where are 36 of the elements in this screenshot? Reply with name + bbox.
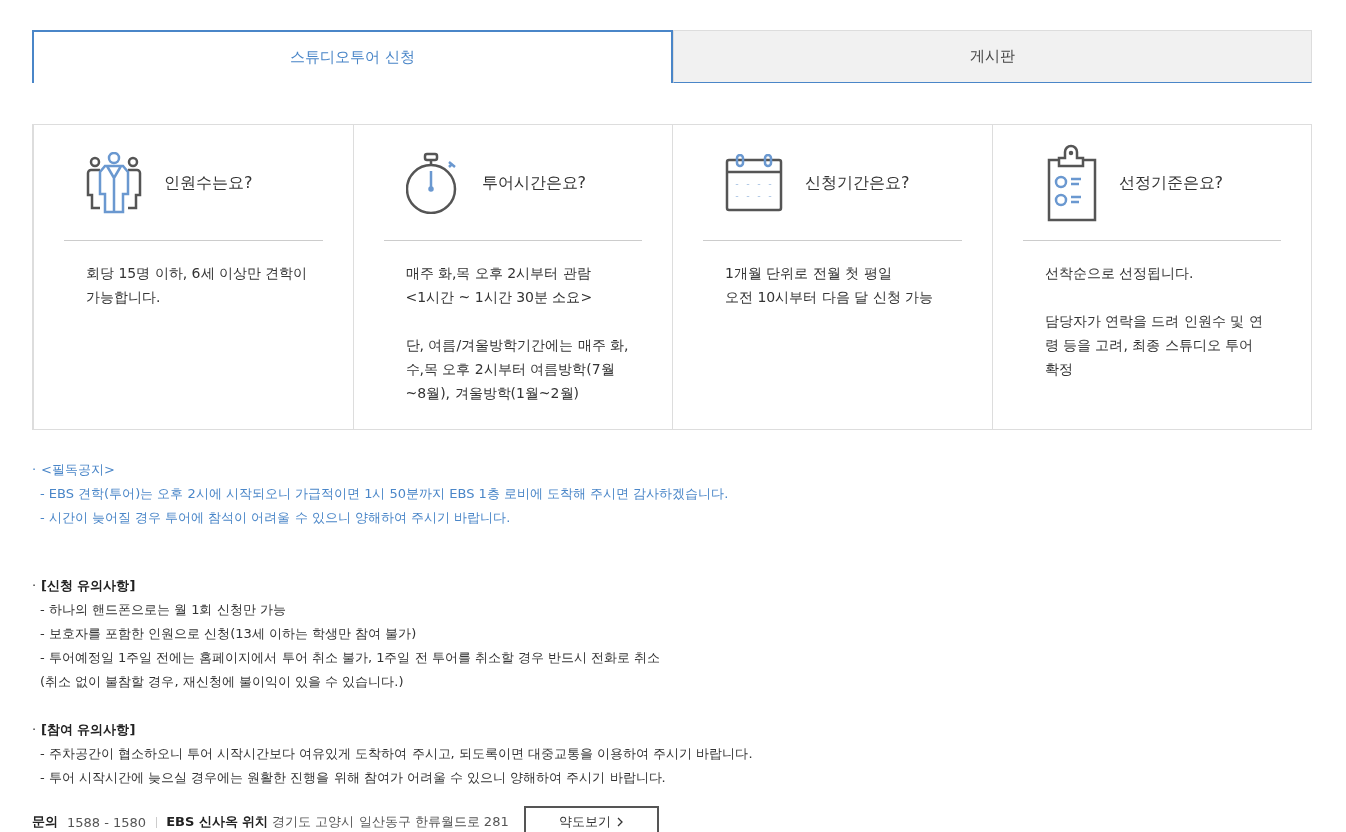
notice-heading: [신청 유의사항] <box>41 577 136 595</box>
chevron-right-icon <box>617 817 624 827</box>
card-title: 투어시간은요? <box>481 172 586 194</box>
card-text: 단, 여름/겨울방학기간에는 매주 화,수,목 오후 2시부터 여름방학(7월~8월), 겨울방학(1월~2월) <box>405 336 630 403</box>
bullet-mark: · <box>32 577 38 595</box>
card-title: 선정기준은요? <box>1118 172 1223 194</box>
notice-heading: [참여 유의사항] <box>41 721 136 739</box>
card-text: 오전 10시부터 다음 달 신청 가능 <box>725 288 935 307</box>
card-text: 회당 15명 이하, 6세 이상만 견학이 가능합니다. <box>86 264 309 307</box>
notice-line: (취소 없이 불참할 경우, 재신청에 불이익이 있을 수 있습니다.) <box>39 673 405 691</box>
notice-line: - 보호자를 포함한 인원으로 신청(13세 이하는 학생만 참여 불가) <box>39 625 418 643</box>
card-text: <1시간 ~ 1시간 30분 소요> <box>405 288 594 307</box>
bullet-mark: · <box>32 721 38 739</box>
tab[interactable]: 게시판 <box>673 30 1312 83</box>
notice-line: - 투어 시작시간에 늦으실 경우에는 원활한 진행을 위해 참여가 어려울 수 있으니 양해하여 주시기 바랍니다. <box>39 769 667 787</box>
card-text: 담당자가 연락을 드려 인원수 및 연령 등을 고려, 최종 스튜디오 투어 확정 <box>1044 312 1264 379</box>
phone-number: 1588 - 1580 <box>67 814 147 830</box>
notice-line: - 시간이 늦어질 경우 투어에 참석이 어려울 수 있으니 양해하여 주시기 바랍니다. <box>39 509 512 527</box>
notice-line: - 주차공간이 협소하오니 투어 시작시간보다 여유있게 도착하여 주시고, 되도록이면 대중교통을 이용하여 주시기 바랍니다. <box>39 745 754 763</box>
tab[interactable]: 스튜디오투어 신청 <box>32 30 673 83</box>
map-button[interactable]: 약도보기 <box>523 806 659 832</box>
contact-label: 문의 <box>32 813 58 831</box>
address-text: 경기도 고양시 일산동구 한류월드로 281 <box>272 813 509 831</box>
card-text: 1개월 단위로 전월 첫 평일 <box>725 264 893 283</box>
card-text: 선착순으로 선정됩니다. <box>1044 264 1195 283</box>
notice-line: - 투어예정일 1주일 전에는 홈페이지에서 투어 취소 불가, 1주일 전 투어를 취소할 경우 반드시 전화로 취소 <box>39 649 662 667</box>
card-title: 신청기간은요? <box>805 172 910 194</box>
card-title: 인원수는요? <box>164 172 253 194</box>
notice-heading: <필독공지> <box>41 461 115 479</box>
calendar-icon <box>725 154 783 212</box>
location-label: EBS 신사옥 위치 <box>166 813 269 831</box>
people-icon <box>86 152 142 214</box>
card-text: 매주 화,목 오후 2시부터 관람 <box>405 264 592 283</box>
notice-line: - EBS 견학(투어)는 오후 2시에 시작되오니 가급적이면 1시 50분까지 EBS 1층 로비에 도착해 주시면 감사하겠습니다. <box>39 485 730 503</box>
notice-line: - 하나의 핸드폰으로는 월 1회 신청만 가능 <box>39 601 287 619</box>
bullet-mark: · <box>32 461 38 479</box>
